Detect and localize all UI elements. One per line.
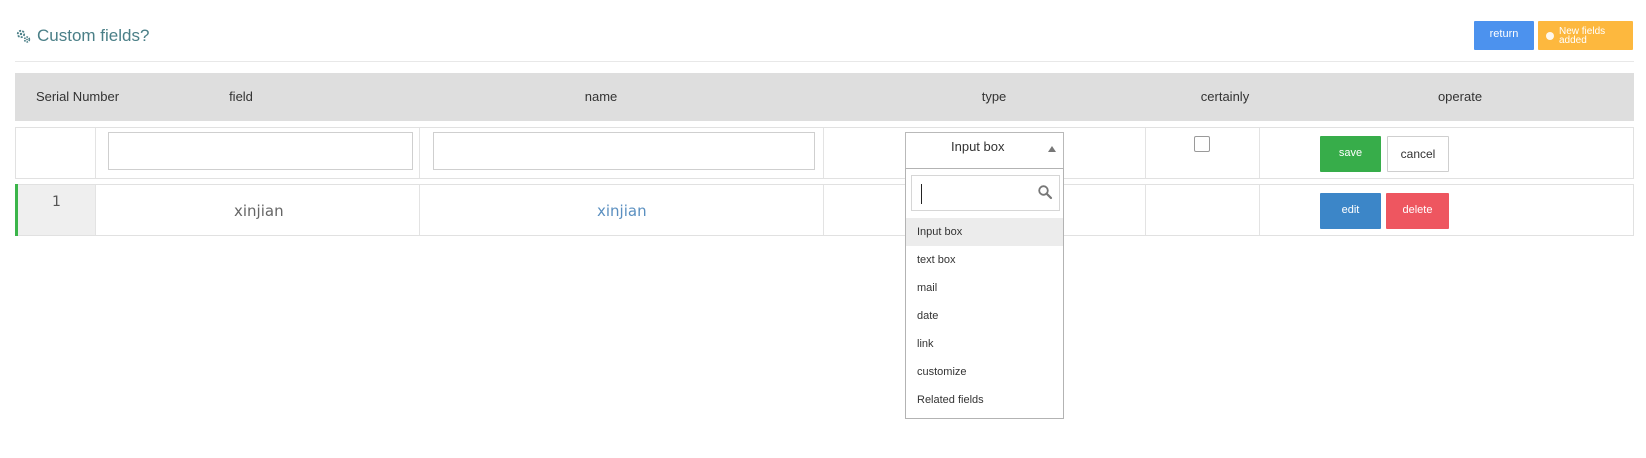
delete-button[interactable]: delete xyxy=(1386,193,1449,229)
type-dropdown-menu: Input box text box mail date link custom… xyxy=(905,168,1064,419)
serial-cell xyxy=(18,185,96,235)
column-divider xyxy=(419,185,420,235)
new-fields-label: New fields added xyxy=(1559,25,1606,46)
dropdown-option-related-fields[interactable]: Related fields xyxy=(906,386,1063,414)
column-divider xyxy=(823,185,824,235)
dropdown-search-input[interactable] xyxy=(911,175,1060,211)
name-input[interactable] xyxy=(433,132,815,170)
column-header-operate: operate xyxy=(1437,89,1483,104)
column-header-serial-number: Serial Number xyxy=(35,89,120,104)
column-divider xyxy=(95,128,96,178)
column-divider xyxy=(1145,128,1146,178)
dropdown-option-text-box[interactable]: text box xyxy=(906,246,1063,274)
new-fields-button[interactable]: New fields added xyxy=(1538,21,1633,50)
column-divider xyxy=(95,185,96,235)
column-divider xyxy=(1145,185,1146,235)
search-icon xyxy=(1037,184,1053,200)
gears-icon xyxy=(15,28,31,44)
page-title-text: Custom fields? xyxy=(37,26,150,45)
field-input[interactable] xyxy=(108,132,413,170)
row-serial-number: 1 xyxy=(52,194,61,210)
caret-up-icon xyxy=(1048,146,1056,152)
dropdown-option-input-box[interactable]: Input box xyxy=(906,218,1063,246)
column-header-name: name xyxy=(584,89,618,104)
column-divider xyxy=(1259,185,1260,235)
save-button[interactable]: save xyxy=(1320,136,1381,172)
dropdown-option-mail[interactable]: mail xyxy=(906,274,1063,302)
text-cursor xyxy=(921,184,922,204)
cancel-button[interactable]: cancel xyxy=(1387,136,1449,172)
column-divider xyxy=(823,128,824,178)
type-select-value: Input box xyxy=(951,139,1005,154)
dropdown-option-link[interactable]: link xyxy=(906,330,1063,358)
return-button[interactable]: return xyxy=(1474,21,1534,50)
column-divider xyxy=(419,128,420,178)
page-title: Custom fields? xyxy=(15,26,149,46)
column-header-type: type xyxy=(981,89,1007,104)
column-divider xyxy=(1259,128,1260,178)
certainly-checkbox[interactable] xyxy=(1194,136,1210,152)
row-name-value[interactable]: xinjian xyxy=(597,202,647,220)
column-header-field: field xyxy=(229,89,253,104)
table-header: Serial Number field name type certainly … xyxy=(15,73,1634,121)
page-header: Custom fields? return New fields added xyxy=(15,18,1634,62)
dropdown-option-date[interactable]: date xyxy=(906,302,1063,330)
column-header-certainly: certainly xyxy=(1200,89,1250,104)
plus-circle-icon xyxy=(1546,31,1554,40)
edit-button[interactable]: edit xyxy=(1320,193,1381,229)
row-field-value: xinjian xyxy=(234,202,284,220)
dropdown-option-customize[interactable]: customize xyxy=(906,358,1063,386)
